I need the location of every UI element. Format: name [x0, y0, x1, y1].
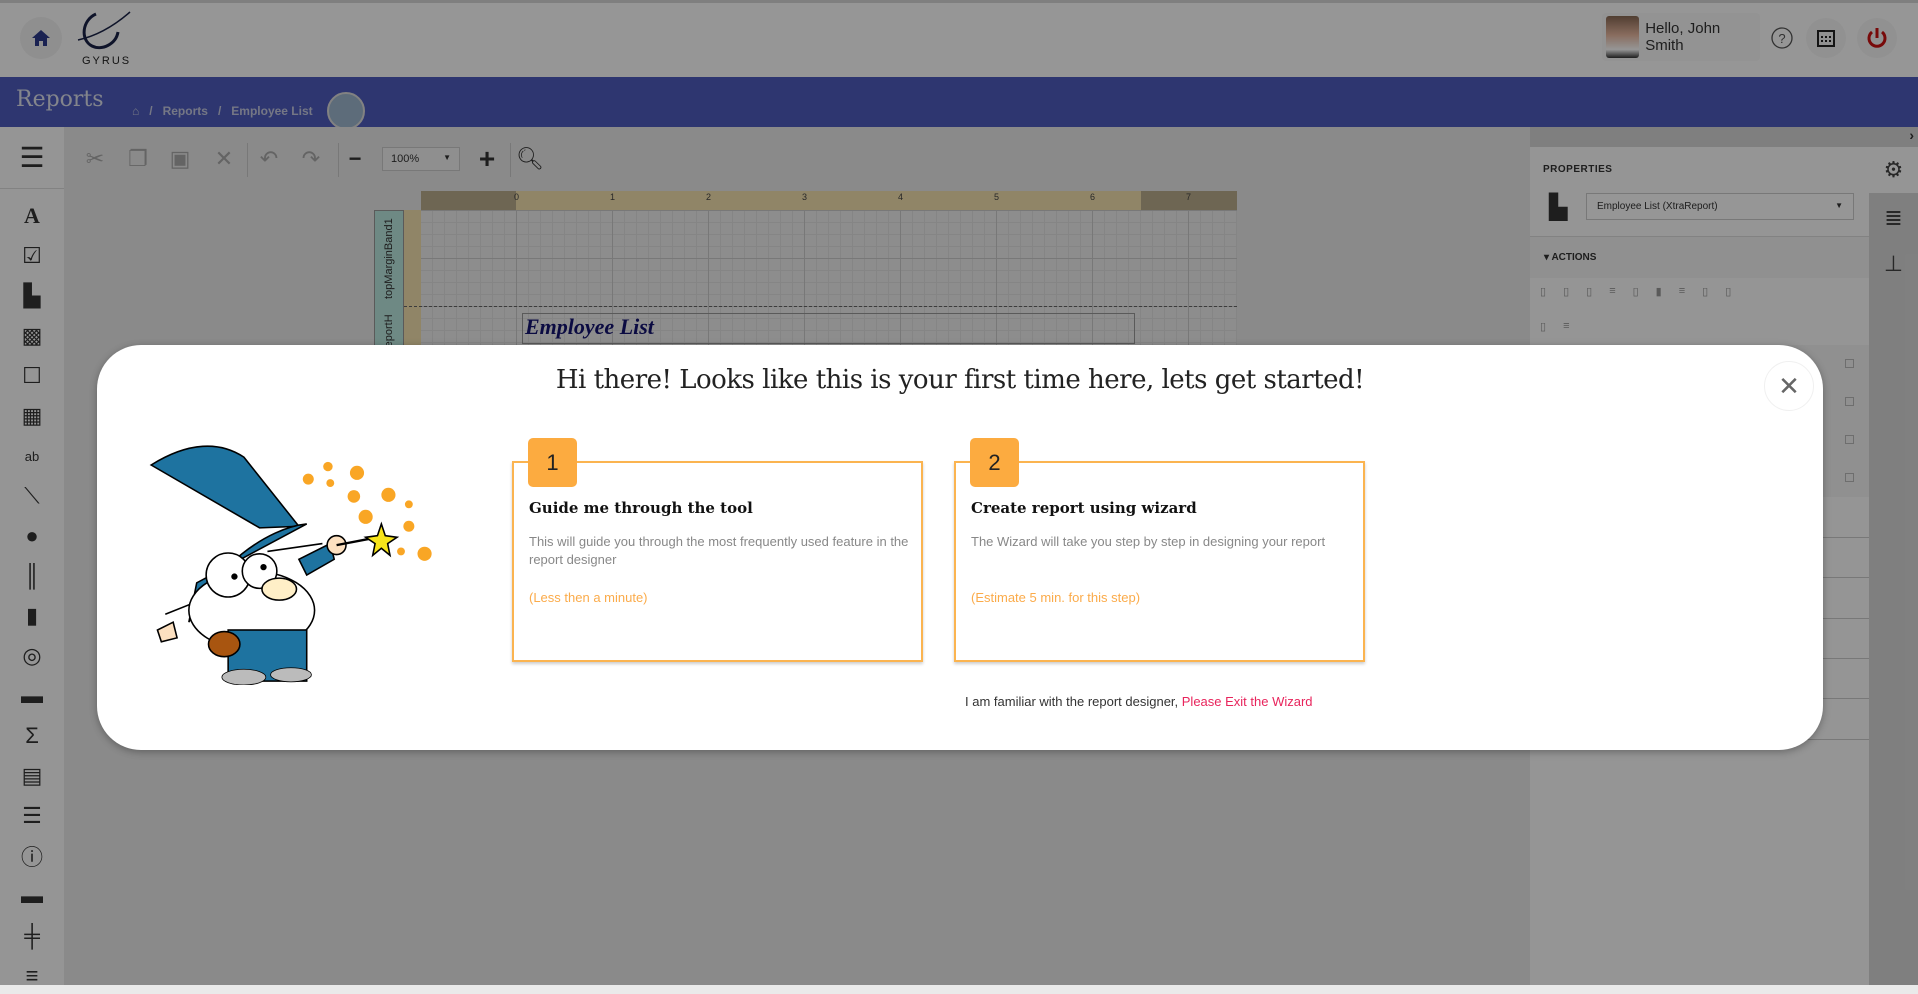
exit-wizard-link[interactable]: Please Exit the Wizard	[1182, 694, 1313, 709]
close-icon: ✕	[1778, 370, 1800, 401]
welcome-modal: Hi there! Looks like this is your first …	[97, 345, 1823, 750]
step-number: 1	[528, 438, 577, 487]
create-wizard-card[interactable]: 2 Create report using wizard The Wizard …	[954, 438, 1365, 662]
card-estimate: (Less then a minute)	[529, 590, 648, 605]
step-number: 2	[970, 438, 1019, 487]
close-button[interactable]: ✕	[1764, 361, 1814, 411]
card-heading: Guide me through the tool	[529, 499, 753, 517]
modal-footer: I am familiar with the report designer, …	[965, 694, 1313, 709]
wizard-illustration	[149, 445, 432, 685]
card-estimate: (Estimate 5 min. for this step)	[971, 590, 1141, 605]
card-description: The Wizard will take you step by step in…	[971, 534, 1326, 549]
card-heading: Create report using wizard	[971, 499, 1197, 517]
card-description: This will guide you through the most fre…	[529, 534, 909, 567]
modal-title: Hi there! Looks like this is your first …	[555, 365, 1365, 395]
footer-text: I am familiar with the report designer,	[965, 694, 1182, 709]
guide-me-card[interactable]: 1 Guide me through the tool This will gu…	[512, 438, 923, 662]
